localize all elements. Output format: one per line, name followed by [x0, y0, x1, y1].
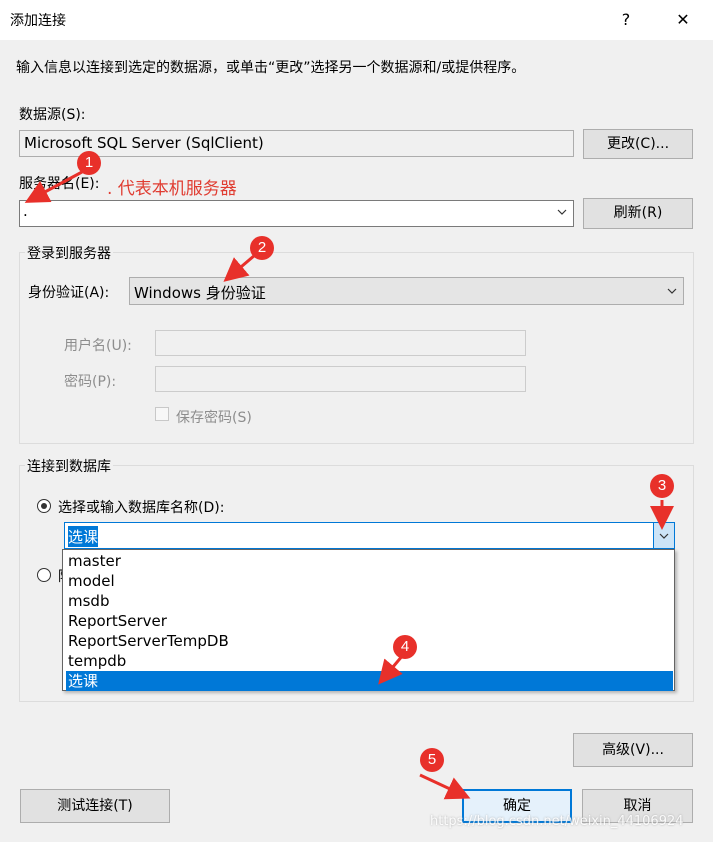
- select-db-label: 选择或输入数据库名称(D):: [58, 500, 225, 516]
- datasource-label: 数据源(S):: [19, 107, 86, 123]
- database-combobox[interactable]: 选课: [64, 522, 675, 549]
- database-group-legend: 连接到数据库: [25, 456, 113, 476]
- save-password-label: 保存密码(S): [176, 410, 252, 426]
- annotation-badge-4: 4: [393, 635, 417, 659]
- chevron-down-icon: [667, 288, 677, 294]
- select-db-radio[interactable]: [37, 499, 51, 513]
- description-text: 输入信息以连接到选定的数据源，或单击“更改”选择另一个数据源和/或提供程序。: [16, 60, 526, 76]
- list-item-master[interactable]: master: [66, 551, 673, 571]
- password-input[interactable]: [155, 366, 526, 392]
- change-button[interactable]: 更改(C)...: [583, 129, 693, 159]
- datasource-field: Microsoft SQL Server (SqlClient): [19, 130, 574, 157]
- watermark-text: https://blog.csdn.net/weixin_44106924: [430, 814, 684, 829]
- database-input-value: 选课: [68, 526, 99, 547]
- attach-db-radio[interactable]: [37, 568, 51, 582]
- annotation-badge-3: 3: [650, 474, 674, 498]
- test-connection-button[interactable]: 测试连接(T): [20, 789, 170, 823]
- list-item-reportserver[interactable]: ReportServer: [66, 611, 673, 631]
- close-button[interactable]: ✕: [671, 8, 695, 32]
- server-label: 服务器名(E):: [19, 176, 100, 192]
- password-label: 密码(P):: [64, 374, 117, 390]
- annotation-badge-5: 5: [420, 748, 444, 772]
- advanced-button[interactable]: 高级(V)...: [573, 733, 693, 767]
- list-item-tempdb[interactable]: tempdb: [66, 651, 673, 671]
- title-bar: 添加连接 ? ✕: [0, 0, 713, 40]
- auth-label: 身份验证(A):: [28, 285, 110, 301]
- list-item-msdb[interactable]: msdb: [66, 591, 673, 611]
- auth-combobox[interactable]: Windows 身份验证: [129, 277, 684, 305]
- username-label: 用户名(U):: [64, 338, 132, 354]
- auth-value: Windows 身份验证: [134, 284, 266, 302]
- list-item-selected[interactable]: 选课: [66, 671, 673, 691]
- help-button[interactable]: ?: [614, 8, 638, 32]
- server-value: .: [23, 202, 28, 220]
- chevron-down-icon: [659, 533, 669, 539]
- list-item-reportservertempdb[interactable]: ReportServerTempDB: [66, 631, 673, 651]
- dropdown-button[interactable]: [653, 523, 674, 548]
- list-item-model[interactable]: model: [66, 571, 673, 591]
- database-dropdown-list: master model msdb ReportServer ReportSer…: [62, 549, 675, 691]
- window-title: 添加连接: [10, 13, 66, 29]
- refresh-button[interactable]: 刷新(R): [583, 198, 693, 229]
- chevron-down-icon: [557, 209, 567, 215]
- save-password-checkbox[interactable]: [155, 407, 169, 421]
- annotation-badge-2: 2: [250, 236, 274, 260]
- annotation-badge-1: 1: [77, 151, 101, 175]
- login-group-legend: 登录到服务器: [25, 243, 113, 263]
- server-combobox[interactable]: .: [19, 200, 574, 227]
- annotation-text: . 代表本机服务器: [107, 179, 237, 199]
- username-input[interactable]: [155, 330, 526, 356]
- arrow-5: [419, 773, 471, 800]
